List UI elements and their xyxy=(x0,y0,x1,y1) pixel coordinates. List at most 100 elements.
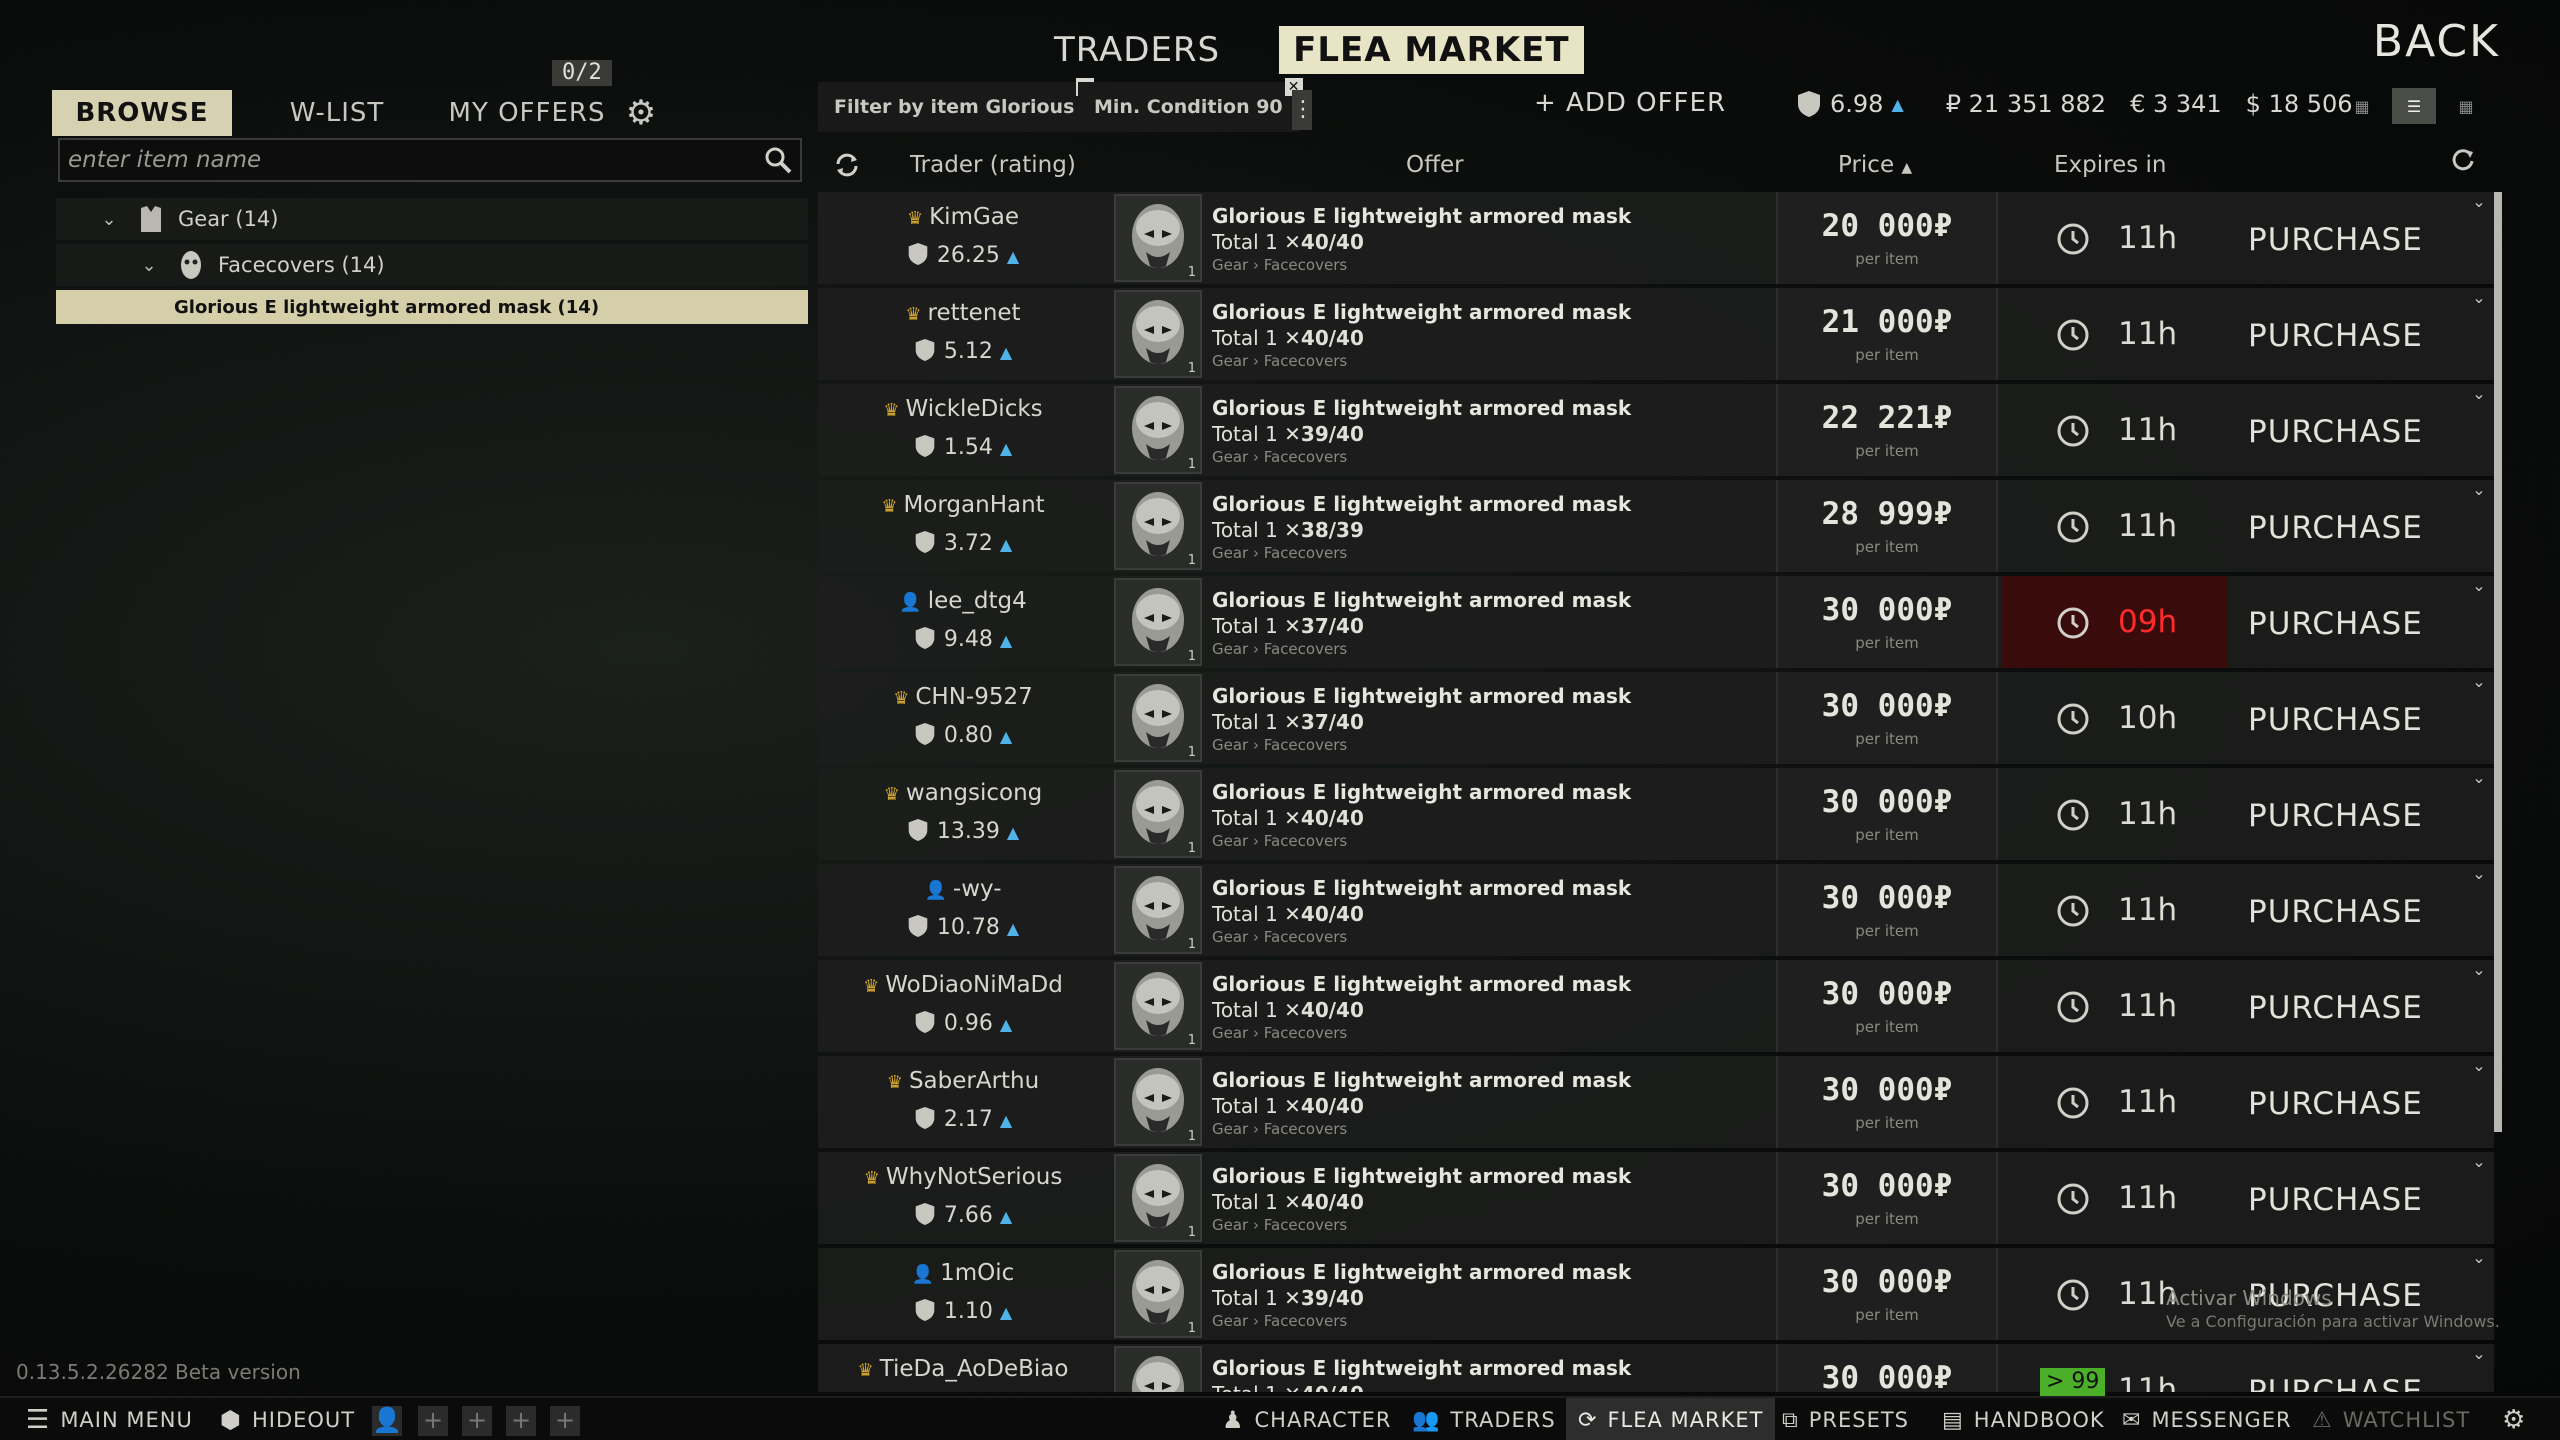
purchase-button[interactable]: PURCHASE xyxy=(2248,894,2423,930)
add-slot-button[interactable]: + xyxy=(418,1406,448,1436)
chevron-down-icon[interactable]: ⌄ xyxy=(2468,480,2490,502)
gear-icon[interactable]: ⚙ xyxy=(2490,1398,2538,1440)
scrollbar[interactable] xyxy=(2494,192,2502,1132)
chevron-down-icon[interactable]: ⌄ xyxy=(2468,672,2490,694)
table-row[interactable]: ♛ SaberArthu 2.17 ▲ 1 Glorious E lightweight… xyxy=(818,1056,2494,1148)
add-slot-button[interactable]: + xyxy=(550,1406,580,1436)
purchase-button[interactable]: PURCHASE xyxy=(2248,702,2423,738)
trader-cell[interactable]: ♛ KimGae 26.25 ▲ xyxy=(818,192,1108,284)
table-row[interactable]: ♛ WoDiaoNiMaDd 0.96 ▲ 1 Glorious E lightweig… xyxy=(818,960,2494,1052)
chevron-down-icon[interactable]: ⌄ xyxy=(2468,384,2490,406)
purchase-button[interactable]: PURCHASE xyxy=(2248,798,2423,834)
purchase-button[interactable]: PURCHASE xyxy=(2248,990,2423,1026)
search-icon[interactable] xyxy=(762,144,794,176)
messenger-button[interactable]: ✉ MESSENGER xyxy=(2110,1398,2304,1440)
purchase-button[interactable]: PURCHASE xyxy=(2248,606,2423,642)
purchase-button[interactable]: PURCHASE xyxy=(2248,1182,2423,1218)
chevron-down-icon[interactable]: ⌄ xyxy=(2468,1152,2490,1174)
chevron-down-icon[interactable]: ⌄ xyxy=(2468,960,2490,982)
more-options-icon[interactable]: ⋮ xyxy=(1292,90,1314,130)
character-button[interactable]: ♟ CHARACTER xyxy=(1210,1398,1403,1440)
purchase-button[interactable]: PURCHASE xyxy=(2248,1086,2423,1122)
trader-cell[interactable]: ♛ SaberArthu 2.17 ▲ xyxy=(818,1056,1108,1148)
header-offer[interactable]: Offer xyxy=(1406,152,1464,178)
reload-icon[interactable] xyxy=(2450,146,2476,172)
chevron-down-icon[interactable]: ⌄ xyxy=(2468,576,2490,598)
hideout-button[interactable]: ⬢ HIDEOUT xyxy=(208,1398,367,1440)
chevron-down-icon[interactable]: ⌄ xyxy=(2468,1056,2490,1078)
trader-cell[interactable]: ♛ rettenet 5.12 ▲ xyxy=(818,288,1108,380)
trader-cell[interactable]: 👤 1mOic 1.10 ▲ xyxy=(818,1248,1108,1340)
chevron-down-icon[interactable]: ⌄ xyxy=(2468,864,2490,886)
handbook-button[interactable]: ▤ HANDBOOK xyxy=(1930,1398,2117,1440)
table-row[interactable]: ♛ wangsicong 13.39 ▲ 1 Glorious E lightweigh… xyxy=(818,768,2494,860)
tree-item-facecovers[interactable]: ⌄ Facecovers (14) xyxy=(56,244,808,286)
person-icon[interactable]: 👤 xyxy=(372,1406,402,1436)
trader-cell[interactable]: ♛ CHN-9527 0.80 ▲ xyxy=(818,672,1108,764)
list-view-icon[interactable]: ☰ xyxy=(2392,88,2436,124)
traders-button[interactable]: 👥 TRADERS xyxy=(1400,1398,1568,1440)
add-offer-button[interactable]: + ADD OFFER xyxy=(1534,88,1726,118)
table-row[interactable]: ♛ KimGae 26.25 ▲ 1 Glorious E lightweight ar… xyxy=(818,192,2494,284)
chevron-down-icon[interactable]: ⌄ xyxy=(2468,288,2490,310)
scroll-thumb[interactable] xyxy=(2494,192,2502,1132)
tab-traders[interactable]: TRADERS xyxy=(1040,26,1234,74)
table-row[interactable]: ♛ WhyNotSerious 7.66 ▲ 1 Glorious E lightwei… xyxy=(818,1152,2494,1244)
grid-small-icon[interactable]: ▦ xyxy=(2340,88,2384,124)
purchase-button[interactable]: PURCHASE xyxy=(2248,414,2423,450)
purchase-button[interactable]: PURCHASE xyxy=(2248,222,2423,258)
item-thumbnail[interactable]: 1 xyxy=(1114,482,1202,570)
trader-cell[interactable]: ♛ WickleDicks 1.54 ▲ xyxy=(818,384,1108,476)
trader-cell[interactable]: ♛ WoDiaoNiMaDd 0.96 ▲ xyxy=(818,960,1108,1052)
flea-market-button[interactable]: ⟳ FLEA MARKET xyxy=(1566,1398,1776,1440)
header-price[interactable]: Price ▲ xyxy=(1838,152,1912,178)
tree-item-gear[interactable]: ⌄ Gear (14) xyxy=(56,198,808,240)
header-trader[interactable]: Trader (rating) xyxy=(910,152,1076,178)
gear-icon[interactable]: ⚙ xyxy=(622,94,660,132)
trader-cell[interactable]: 👤 -wy- 10.78 ▲ xyxy=(818,864,1108,956)
table-row[interactable]: ♛ rettenet 5.12 ▲ 1 Glorious E lightweight a… xyxy=(818,288,2494,380)
add-slot-button[interactable]: + xyxy=(462,1406,492,1436)
table-row[interactable]: ♛ WickleDicks 1.54 ▲ 1 Glorious E lightweigh… xyxy=(818,384,2494,476)
trader-cell[interactable]: 👤 lee_dtg4 9.48 ▲ xyxy=(818,576,1108,668)
item-thumbnail[interactable]: 1 xyxy=(1114,1346,1202,1392)
table-row[interactable]: 👤 lee_dtg4 9.48 ▲ 1 Glorious E lightweight a… xyxy=(818,576,2494,668)
tab-browse[interactable]: BROWSE xyxy=(52,90,232,136)
tab-my-offers[interactable]: MY OFFERS xyxy=(432,90,622,136)
search-input[interactable] xyxy=(60,140,800,180)
item-thumbnail[interactable]: 1 xyxy=(1114,578,1202,666)
chevron-down-icon[interactable]: ⌄ xyxy=(2468,1344,2490,1366)
presets-button[interactable]: ⧉ PRESETS xyxy=(1770,1398,1921,1440)
item-thumbnail[interactable]: 1 xyxy=(1114,1250,1202,1338)
chevron-down-icon[interactable]: ⌄ xyxy=(2468,192,2490,214)
chevron-down-icon[interactable]: ⌄ xyxy=(2468,1248,2490,1270)
tree-item-selected[interactable]: Glorious E lightweight armored mask (14) xyxy=(56,290,808,324)
item-thumbnail[interactable]: 1 xyxy=(1114,1154,1202,1242)
chevron-down-icon[interactable]: ⌄ xyxy=(2468,768,2490,790)
purchase-button[interactable]: PURCHASE xyxy=(2248,1374,2423,1392)
table-row[interactable]: ♛TieDa_AoDeBiao1Glorious E lightweight a… xyxy=(818,1344,2494,1392)
refresh-icon[interactable] xyxy=(832,150,862,180)
trader-cell[interactable]: ♛ TieDa_AoDeBiao xyxy=(818,1344,1108,1392)
item-thumbnail[interactable]: 1 xyxy=(1114,674,1202,762)
table-row[interactable]: 👤 -wy- 10.78 ▲ 1 Glorious E lightweight armo… xyxy=(818,864,2494,956)
back-button[interactable]: BACK xyxy=(2373,16,2500,67)
item-thumbnail[interactable]: 1 xyxy=(1114,290,1202,378)
item-thumbnail[interactable]: 1 xyxy=(1114,1058,1202,1146)
trader-cell[interactable]: ♛ MorganHant 3.72 ▲ xyxy=(818,480,1108,572)
item-thumbnail[interactable]: 1 xyxy=(1114,962,1202,1050)
trader-cell[interactable]: ♛ WhyNotSerious 7.66 ▲ xyxy=(818,1152,1108,1244)
tab-flea-market[interactable]: FLEA MARKET xyxy=(1279,26,1584,74)
purchase-button[interactable]: PURCHASE xyxy=(2248,510,2423,546)
item-thumbnail[interactable]: 1 xyxy=(1114,770,1202,858)
filter-chip-condition[interactable]: Min. Condition 90 ✕ xyxy=(1078,78,1303,132)
table-row[interactable]: ♛ MorganHant 3.72 ▲ 1 Glorious E lightweight… xyxy=(818,480,2494,572)
filter-chip-item[interactable]: Filter by item Glorious ✕ xyxy=(818,78,1095,132)
add-slot-button[interactable]: + xyxy=(506,1406,536,1436)
item-thumbnail[interactable]: 1 xyxy=(1114,866,1202,954)
purchase-button[interactable]: PURCHASE xyxy=(2248,318,2423,354)
grid-large-icon[interactable]: ▦ xyxy=(2444,88,2488,124)
item-thumbnail[interactable]: 1 xyxy=(1114,386,1202,474)
table-row[interactable]: ♛ CHN-9527 0.80 ▲ 1 Glorious E lightweight a… xyxy=(818,672,2494,764)
item-thumbnail[interactable]: 1 xyxy=(1114,194,1202,282)
